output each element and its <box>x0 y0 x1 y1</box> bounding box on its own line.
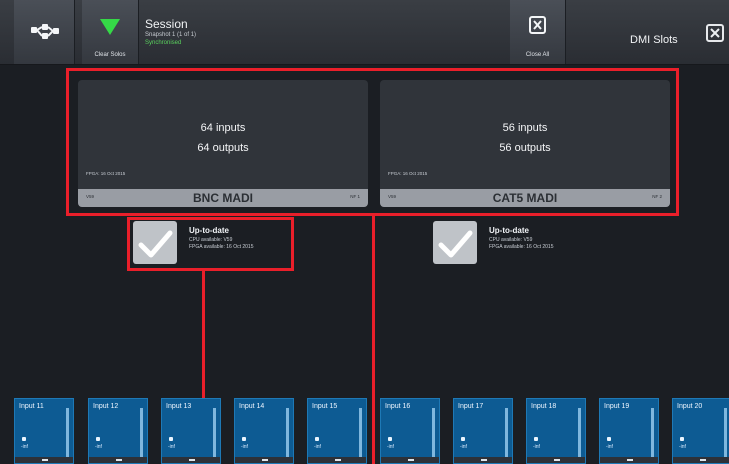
input-indicator <box>461 437 465 441</box>
input-meter <box>651 408 654 457</box>
input-footer <box>162 457 220 463</box>
input-footer <box>15 457 73 463</box>
input-label: Input 18 <box>531 403 557 410</box>
input-level: -inf <box>21 444 28 450</box>
update-status: Up-to-date CPU available: V59 FPGA avail… <box>433 221 613 269</box>
input-level: -inf <box>387 444 394 450</box>
input-indicator <box>96 437 100 441</box>
input-meter <box>140 408 143 457</box>
input-tile[interactable]: Input 13 -inf <box>161 398 221 464</box>
status-cpu: CPU available: V59 <box>489 237 533 243</box>
input-meter <box>724 408 727 457</box>
input-label: Input 17 <box>458 403 484 410</box>
clear-solos-button[interactable]: Clear Solos <box>82 0 139 64</box>
close-all-label: Close All <box>525 52 550 58</box>
input-indicator <box>242 437 246 441</box>
input-tile[interactable]: Input 17 -inf <box>453 398 513 464</box>
input-meter <box>578 408 581 457</box>
session-subtitle: Snapshot 1 (1 of 1) <box>145 32 197 38</box>
input-level: -inf <box>533 444 540 450</box>
input-tile[interactable]: Input 14 -inf <box>234 398 294 464</box>
input-label: Input 19 <box>604 403 630 410</box>
input-level: -inf <box>168 444 175 450</box>
input-meter <box>505 408 508 457</box>
input-label: Input 16 <box>385 403 411 410</box>
input-footer <box>235 457 293 463</box>
dmi-slots-title: DMI Slots <box>630 34 678 46</box>
network-button[interactable] <box>14 0 75 64</box>
input-meter <box>432 408 435 457</box>
input-indicator <box>388 437 392 441</box>
input-label: Input 12 <box>93 403 119 410</box>
input-label: Input 20 <box>677 403 703 410</box>
close-all-button[interactable]: Close All <box>510 0 566 64</box>
dmi-close-button[interactable] <box>706 24 724 42</box>
input-meter <box>213 408 216 457</box>
input-strip: Input 11 -inf Input 12 -inf Input 13 -in… <box>0 398 729 464</box>
input-footer <box>673 457 729 463</box>
top-toolbar: Clear Solos Session Snapshot 1 (1 of 1) … <box>0 0 729 65</box>
status-highlight-frame <box>127 217 294 271</box>
input-tile[interactable]: Input 12 -inf <box>88 398 148 464</box>
input-level: -inf <box>679 444 686 450</box>
input-footer <box>381 457 439 463</box>
input-footer <box>454 457 512 463</box>
input-indicator <box>169 437 173 441</box>
input-tile[interactable]: Input 11 -inf <box>14 398 74 464</box>
input-indicator <box>534 437 538 441</box>
input-level: -inf <box>606 444 613 450</box>
input-indicator <box>315 437 319 441</box>
input-tile[interactable]: Input 16 -inf <box>380 398 440 464</box>
input-footer <box>527 457 585 463</box>
input-level: -inf <box>241 444 248 450</box>
input-label: Input 14 <box>239 403 265 410</box>
session-status: Synchronised <box>145 40 182 46</box>
input-meter <box>286 408 289 457</box>
input-meter <box>359 408 362 457</box>
input-level: -inf <box>95 444 102 450</box>
input-footer <box>89 457 147 463</box>
input-meter <box>66 408 69 457</box>
input-footer <box>308 457 366 463</box>
input-indicator <box>680 437 684 441</box>
input-tile[interactable]: Input 18 -inf <box>526 398 586 464</box>
input-tile[interactable]: Input 20 -inf <box>672 398 729 464</box>
network-icon <box>31 24 59 39</box>
input-tile[interactable]: Input 15 -inf <box>307 398 367 464</box>
clear-solos-label: Clear Solos <box>94 52 126 58</box>
input-level: -inf <box>460 444 467 450</box>
slots-highlight-frame <box>66 68 679 216</box>
status-fpga: FPGA available: 16 Oct 2015 <box>489 244 554 250</box>
input-label: Input 13 <box>166 403 192 410</box>
check-icon <box>433 221 477 264</box>
input-label: Input 15 <box>312 403 338 410</box>
input-level: -inf <box>314 444 321 450</box>
input-indicator <box>22 437 26 441</box>
input-indicator <box>607 437 611 441</box>
session-title: Session <box>145 17 188 31</box>
input-footer <box>600 457 658 463</box>
input-label: Input 11 <box>19 403 44 410</box>
close-icon <box>710 28 720 38</box>
status-title: Up-to-date <box>489 226 529 235</box>
dmi-slots-screen: Clear Solos Session Snapshot 1 (1 of 1) … <box>0 0 729 464</box>
input-tile[interactable]: Input 19 -inf <box>599 398 659 464</box>
